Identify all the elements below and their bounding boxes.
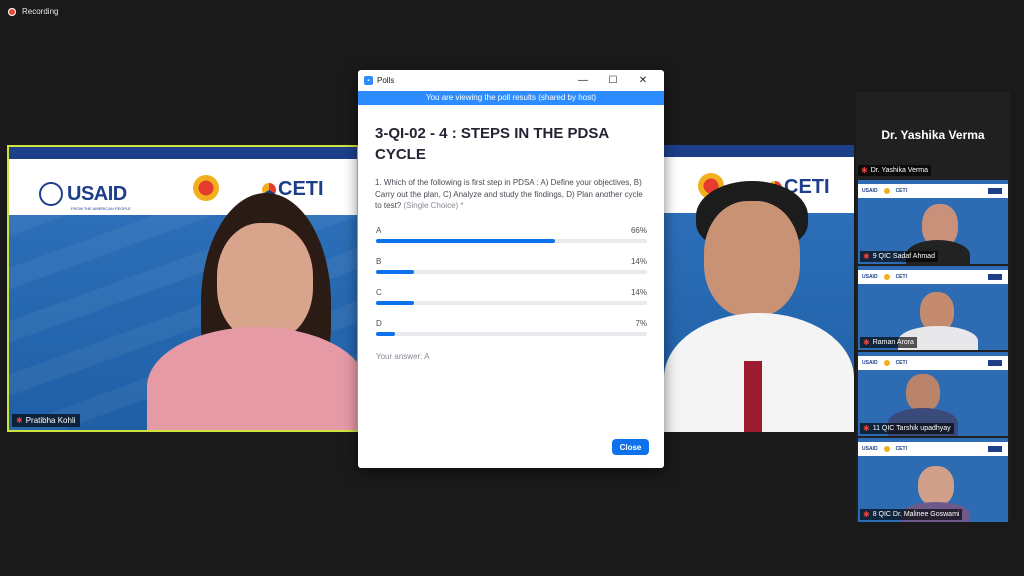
participant-tile[interactable]: USAID CETI ✱ 9 QIC Sadaf Ahmad	[858, 180, 1008, 264]
mic-icon: ✱	[863, 252, 870, 261]
usaid-wordmark: USAID	[862, 360, 878, 366]
participant-tile[interactable]: USAID CETI ✱ 8 QIC Dr. Malinee Goswami	[858, 438, 1008, 522]
usaid-wordmark: USAID	[67, 182, 127, 205]
poll-options: A 66% B 14% C 14% D 7%	[358, 220, 664, 344]
usaid-wordmark: USAID	[862, 274, 878, 280]
option-label: D	[376, 318, 382, 328]
emblem-icon	[883, 360, 890, 366]
thumb-banner: USAID CETI	[858, 184, 1008, 198]
option-label: A	[376, 225, 382, 235]
participant-name-tag: ✱ Raman Arora	[860, 337, 917, 348]
mic-icon: ✱	[863, 338, 870, 347]
result-bar-track	[376, 269, 647, 274]
ceti-wordmark: CETI	[895, 274, 907, 280]
participant-name-tag: ✱ Dr. Yashika Verma	[858, 165, 932, 176]
record-icon	[8, 7, 16, 16]
emblem-icon	[883, 446, 890, 452]
video-tile-left[interactable]: USAID FROM THE AMERICAN PEOPLE CETI ✱ Pr…	[7, 145, 359, 432]
partner-logo	[988, 188, 1002, 194]
participant-gallery: Dr. Yashika Verma ✱ Dr. Yashika Verma US…	[856, 92, 1010, 522]
option-label: B	[376, 256, 382, 266]
poll-option-a: A 66%	[375, 220, 647, 251]
poll-dialog: ▪ Polls — ☐ ✕ You are viewing the poll r…	[358, 70, 664, 468]
option-percent: 14%	[630, 256, 647, 266]
emblem-icon	[883, 274, 890, 280]
thumb-banner: USAID CETI	[858, 270, 1008, 284]
zoom-app-icon: ▪	[364, 76, 373, 85]
close-button[interactable]: Close	[612, 439, 649, 455]
result-bar-fill	[376, 331, 395, 336]
participant-name: Pratibha Kohli	[25, 416, 76, 425]
participant-tile[interactable]: USAID CETI ✱ Raman Arora	[858, 266, 1008, 350]
poll-option-b: B 14%	[375, 251, 647, 282]
option-percent: 14%	[630, 287, 647, 297]
recording-indicator: Recording	[8, 7, 58, 16]
thumb-banner: USAID CETI	[858, 356, 1008, 370]
ceti-wordmark: CETI	[895, 446, 907, 452]
usaid-wordmark: USAID	[862, 446, 878, 452]
poll-titlebar: ▪ Polls — ☐ ✕	[358, 70, 664, 91]
participant-name: 11 QIC Tarshik upadhyay	[872, 425, 951, 432]
minimize-icon[interactable]: —	[568, 75, 598, 86]
question-type: (Single Choice) *	[403, 201, 464, 210]
usaid-seal-icon	[39, 182, 63, 206]
result-bar-fill	[376, 269, 414, 274]
close-icon[interactable]: ✕	[628, 75, 658, 86]
poll-option-c: C 14%	[375, 282, 647, 313]
emblem-icon	[193, 175, 219, 201]
window-title: Polls	[377, 76, 395, 85]
result-bar-track	[376, 331, 647, 336]
poll-title: 3-QI-02 - 4 : STEPS IN THE PDSA CYCLE	[375, 125, 609, 163]
option-percent: 66%	[630, 225, 647, 235]
option-label: C	[376, 287, 382, 297]
thumb-banner: USAID CETI	[858, 442, 1008, 456]
poll-option-d: D 7%	[375, 313, 647, 344]
mic-icon: ✱	[863, 424, 870, 433]
host-tile[interactable]: Dr. Yashika Verma ✱ Dr. Yashika Verma	[856, 92, 1010, 178]
host-name: Dr. Yashika Verma	[881, 128, 985, 142]
participant-name: Raman Arora	[872, 339, 914, 346]
mic-icon: ✱	[16, 416, 23, 425]
poll-question: 1. Which of the following is first step …	[375, 177, 647, 212]
result-bar-fill	[376, 238, 555, 243]
result-bar-fill	[376, 300, 414, 305]
usaid-logo: USAID	[39, 182, 127, 206]
banner-strip	[9, 147, 357, 159]
participant-tile[interactable]: USAID CETI ✱ 11 QIC Tarshik upadhyay	[858, 352, 1008, 436]
window-controls: — ☐ ✕	[568, 75, 658, 86]
your-answer: Your answer: A	[376, 351, 430, 361]
event-banner: USAID FROM THE AMERICAN PEOPLE CETI	[9, 159, 357, 215]
option-percent: 7%	[635, 318, 647, 328]
result-bar-track	[376, 238, 647, 243]
participant-name-tag: ✱ Pratibha Kohli	[12, 414, 80, 427]
result-bar-track	[376, 300, 647, 305]
participant-name-tag: ✱ 9 QIC Sadaf Ahmad	[860, 251, 938, 262]
recording-label: Recording	[22, 7, 59, 16]
ceti-wordmark: CETI	[895, 188, 907, 194]
maximize-icon[interactable]: ☐	[598, 75, 628, 86]
usaid-wordmark: USAID	[862, 188, 878, 194]
video-tile-right[interactable]: CETI	[664, 145, 854, 432]
mic-icon: ✱	[863, 510, 870, 519]
emblem-icon	[883, 188, 890, 194]
participant-name-tag: ✱ 8 QIC Dr. Malinee Goswami	[860, 509, 963, 520]
usaid-tagline: FROM THE AMERICAN PEOPLE	[71, 206, 131, 211]
partner-logo	[988, 446, 1002, 452]
participant-name-tag: ✱ 11 QIC Tarshik upadhyay	[860, 423, 954, 434]
ceti-wordmark: CETI	[895, 360, 907, 366]
participant-name: Dr. Yashika Verma	[870, 167, 929, 174]
participant-name: 8 QIC Dr. Malinee Goswami	[872, 511, 960, 518]
participant-name: 9 QIC Sadaf Ahmad	[872, 253, 935, 260]
partner-logo	[988, 274, 1002, 280]
shared-results-banner: You are viewing the poll results (shared…	[358, 91, 664, 105]
partner-logo	[988, 360, 1002, 366]
banner-strip	[664, 145, 854, 157]
mic-icon: ✱	[861, 166, 868, 175]
